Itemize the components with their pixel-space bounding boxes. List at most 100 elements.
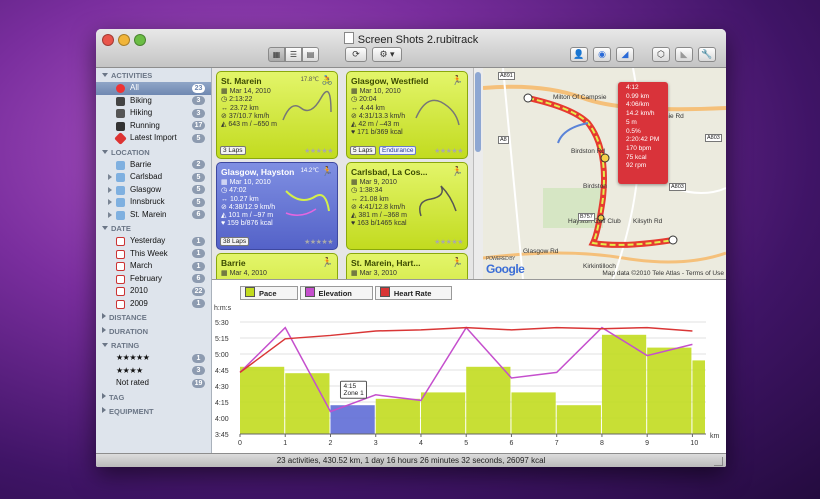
activity-chart[interactable]: h:m:s 5:30 5:15 5:00 4:45 4:30 4:15 4:00 3:45 0 1 2… [212, 302, 726, 452]
section-header-distance[interactable]: DISTANCE [96, 310, 211, 324]
bike-icon: 🚴 [321, 75, 333, 85]
sidebar-item-running[interactable]: Running 17 [96, 120, 211, 133]
card-title: Carlsbad, La Cos... [351, 167, 428, 177]
route-thumbnail [285, 190, 330, 216]
wrench-button[interactable]: 🔧 [698, 47, 716, 62]
tab-elevation[interactable]: Elevation [299, 286, 373, 300]
card-distance-text: 21.08 km [359, 195, 389, 203]
section-header-duration[interactable]: DURATION [96, 324, 211, 338]
count-badge: 3 [192, 108, 205, 118]
refresh-button[interactable]: ⟳ [345, 47, 367, 62]
card-rating[interactable]: ★★★★★ [434, 238, 463, 246]
card-speed: ⊘ 4:38/12.9 km/h [221, 203, 276, 211]
x-tick-label: 9 [645, 440, 649, 447]
count-badge: 1 [192, 236, 205, 246]
card-rating[interactable]: ★★★★★ [434, 147, 463, 155]
section-header-equipment[interactable]: EQUIPMENT [96, 404, 211, 418]
card-rating[interactable]: ★★★★★ [304, 147, 333, 155]
table-view-icon[interactable]: ▤ [302, 47, 319, 62]
tab-heart-rate[interactable]: Heart Rate [374, 286, 453, 300]
point-info-popup: 4:12 0.99 km 4:06/km 14.2 km/h 5 m 0.5% … [618, 82, 668, 184]
star-burst-icon [114, 132, 127, 145]
disclosure-icon[interactable] [108, 186, 112, 193]
resize-grip[interactable] [714, 457, 723, 466]
section-header-rating[interactable]: RATING [96, 338, 211, 352]
sidebar-item-glasgow[interactable]: Glasgow 5 [96, 184, 211, 197]
section-header-activities[interactable]: ACTIVITIES [96, 68, 211, 82]
activity-card[interactable]: St. Marein 17.8℃ 🚴 ▦ Mar 14, 2010 ◷ 2:13… [216, 71, 338, 159]
card-rating[interactable]: ★★★★★ [304, 238, 333, 246]
chart-panel: Pace Elevation Heart Rate h:m:s 5:30 5:15 5… [212, 279, 726, 454]
sidebar-item-biking[interactable]: Biking 3 [96, 95, 211, 108]
count-badge: 22 [192, 286, 205, 296]
card-speed-text: 37/10.7 km/h [228, 112, 270, 120]
card-distance: ↔ 21.08 km [351, 195, 389, 203]
activity-card[interactable]: Carlsbad, La Cos... 🏃 ▦ Mar 9, 2010 ◷ 1:… [346, 162, 468, 250]
activity-grid: St. Marein 17.8℃ 🚴 ▦ Mar 14, 2010 ◷ 2:13… [212, 68, 473, 279]
chart-button[interactable]: ◢ [616, 47, 634, 62]
sidebar-item-latest-import[interactable]: Latest Import 5 [96, 132, 211, 145]
runner-icon [116, 121, 125, 131]
x-tick-label: 4 [419, 440, 423, 447]
sidebar-item-2010[interactable]: 2010 22 [96, 285, 211, 298]
pace-bar [647, 347, 692, 434]
annotation-time: 4:15 [343, 383, 356, 390]
sidebar-item-st-marein[interactable]: St. Marein 6 [96, 209, 211, 222]
activity-card[interactable]: Barrie 🏃 ▦ Mar 4, 2010 [216, 253, 338, 279]
sidebar-item-carlsbad[interactable]: Carlsbad 5 [96, 171, 211, 184]
pace-bar [375, 398, 420, 434]
map-view[interactable]: Milton Of Campsie Campsie Rd Birdston Ha… [483, 68, 726, 279]
section-header-tag[interactable]: TAG [96, 390, 211, 404]
globe-button[interactable]: ◉ [593, 47, 611, 62]
calendar-icon [116, 262, 125, 271]
sidebar-item-not-rated[interactable]: Not rated 19 [96, 377, 211, 390]
count-badge: 5 [192, 185, 205, 194]
tab-pace[interactable]: Pace [240, 286, 298, 300]
card-date-text: Mar 10, 2010 [359, 88, 401, 95]
x-tick-label: 6 [509, 440, 513, 447]
rating-stars: ★★★★ [116, 365, 143, 375]
box-button[interactable]: ⬡ [652, 47, 670, 62]
sidebar-item-all[interactable]: All 23 [96, 82, 211, 95]
card-elevation-text: 101 m / –97 m [228, 212, 274, 220]
section-header-date[interactable]: DATE [96, 221, 211, 235]
person-button[interactable]: 👤 [570, 47, 588, 62]
logo-text: Google [486, 262, 525, 276]
disclosure-icon[interactable] [108, 174, 112, 180]
popup-time: 4:12 [626, 84, 639, 91]
runner-icon: 🏃 [451, 166, 463, 176]
sidebar-item-march[interactable]: March 1 [96, 260, 211, 273]
card-date-text: Mar 3, 2010 [359, 270, 397, 277]
sidebar-item-barrie[interactable]: Barrie 2 [96, 159, 211, 172]
disclosure-icon[interactable] [108, 199, 112, 205]
sidebar-item-february[interactable]: February 6 [96, 273, 211, 286]
sidebar-item-rating-4[interactable]: ★★★★ 3 [96, 365, 211, 378]
card-elevation-text: 42 m / –43 m [358, 121, 400, 129]
sidebar-item-yesterday[interactable]: Yesterday 1 [96, 235, 211, 248]
graph-button[interactable]: ◣ [675, 47, 693, 62]
route-thumbnail [419, 185, 457, 217]
sidebar-item-rating-5[interactable]: ★★★★★ 1 [96, 352, 211, 365]
scrollbar-thumb[interactable] [475, 72, 481, 152]
person-icon: 👤 [573, 49, 585, 59]
card-distance-text: 10.27 km [229, 195, 259, 203]
sidebar-item-2009[interactable]: 2009 1 [96, 298, 211, 311]
section-header-location[interactable]: LOCATION [96, 145, 211, 159]
activity-card-selected[interactable]: Glasgow, Hayston 14.2℃ 🏃 ▦ Mar 10, 2010 … [216, 162, 338, 250]
road-badge: A803 [705, 134, 722, 142]
activity-card[interactable]: St. Marein, Hart... 🏃 ▦ Mar 3, 2010 [346, 253, 468, 279]
grid-view-icon[interactable]: ▦ [268, 47, 285, 62]
card-date-text: Mar 14, 2010 [229, 88, 271, 95]
sidebar-item-innsbruck[interactable]: Innsbruck 5 [96, 196, 211, 209]
sidebar-item-this-week[interactable]: This Week 1 [96, 248, 211, 261]
list-view-icon[interactable]: ☰ [285, 47, 302, 62]
card-time: ◷ 1:38:34 [351, 187, 383, 195]
sidebar-item-hiking[interactable]: Hiking 3 [96, 107, 211, 120]
chart-icon: ◢ [621, 49, 629, 59]
disclosure-icon[interactable] [108, 211, 112, 218]
count-badge: 19 [192, 378, 205, 388]
status-text: 23 activities, 430.52 km, 1 day 16 hours… [276, 456, 546, 465]
action-menu-button[interactable]: ⚙ ▾ [372, 47, 402, 62]
cards-scrollbar[interactable] [473, 68, 483, 279]
activity-card[interactable]: Glasgow, Westfield 🏃 ▦ Mar 10, 2010 ◷ 20… [346, 71, 468, 159]
